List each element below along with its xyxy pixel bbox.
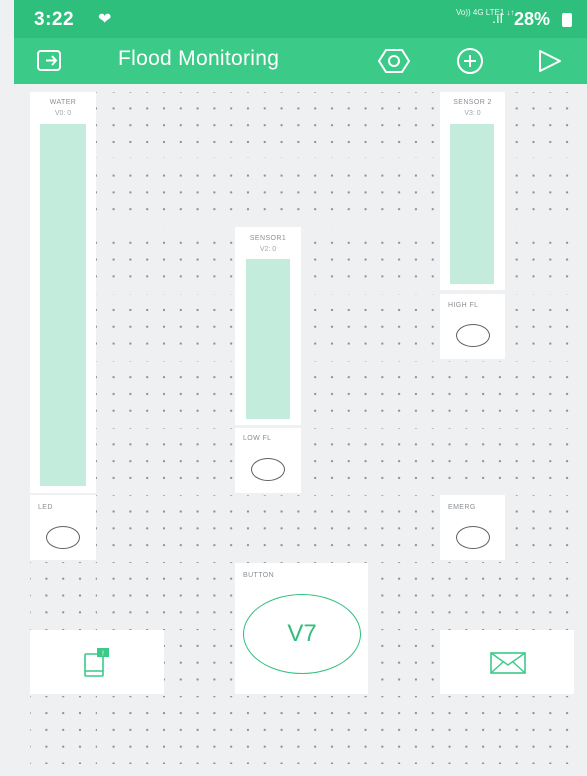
exit-project-button[interactable] <box>32 45 68 77</box>
widget-label: EMERG <box>448 504 476 511</box>
add-widget-button[interactable] <box>452 45 488 77</box>
led-indicator <box>456 324 490 347</box>
led-widget[interactable]: LED <box>30 495 96 560</box>
signal-icon: .ıl <box>492 10 503 26</box>
button-value: V7 <box>287 620 317 647</box>
envelope-icon <box>490 652 526 674</box>
widget-label: LOW FL <box>243 435 272 442</box>
level-bar <box>246 259 290 419</box>
plus-circle-icon <box>457 48 483 74</box>
widget-label: WATER <box>49 99 77 106</box>
battery-icon <box>562 13 572 27</box>
level-bar <box>450 124 494 284</box>
email-widget[interactable] <box>440 630 574 694</box>
widget-pin: V2: 0 <box>259 246 277 253</box>
play-button[interactable] <box>532 45 568 77</box>
led-indicator <box>46 526 80 549</box>
svg-text:!: ! <box>102 651 104 658</box>
status-bar: 3:22 ❤ Vo)) 4G LTE1 ↓↑ .ıl 28% <box>14 0 587 38</box>
widget-label: SENSOR1 <box>249 235 287 242</box>
hexagon-nut-icon <box>377 49 411 73</box>
exit-icon <box>37 50 61 71</box>
water-level-widget[interactable]: WATER V0: 0 <box>30 92 96 493</box>
led-indicator <box>456 526 490 549</box>
phone-notification-icon: ! <box>84 648 109 677</box>
widget-pin: V0: 0 <box>54 110 72 117</box>
widget-label: SENSOR 2 <box>453 99 492 106</box>
led-indicator <box>251 458 285 481</box>
high-flood-led-widget[interactable]: HIGH FL <box>440 294 505 359</box>
app-screen: 3:22 ❤ Vo)) 4G LTE1 ↓↑ .ıl 28% Flood Mon… <box>0 0 587 776</box>
widget-pin: V3: 0 <box>464 110 481 117</box>
level-bar <box>40 124 86 486</box>
emergency-led-widget[interactable]: EMERG <box>440 495 505 560</box>
low-flood-led-widget[interactable]: LOW FL <box>235 428 301 493</box>
sensor2-level-widget[interactable]: SENSOR 2 V3: 0 <box>440 92 505 290</box>
v7-push-button[interactable]: V7 <box>243 594 361 674</box>
status-time: 3:22 <box>34 9 75 30</box>
widget-label: LED <box>38 504 53 511</box>
sensor1-level-widget[interactable]: SENSOR1 V2: 0 <box>235 227 301 425</box>
notification-widget[interactable]: ! <box>30 630 164 694</box>
widget-label: HIGH FL <box>448 302 479 309</box>
project-title: Flood Monitoring <box>118 47 280 70</box>
play-icon <box>539 50 561 72</box>
network-indicator: Vo)) 4G LTE1 ↓↑ <box>456 8 515 17</box>
heart-icon: ❤ <box>98 11 112 28</box>
toolbar: Flood Monitoring <box>14 38 587 84</box>
button-widget[interactable]: BUTTON V7 <box>235 563 368 694</box>
settings-button[interactable] <box>376 45 412 77</box>
widget-label: BUTTON <box>243 572 275 579</box>
battery-text: 28% <box>514 9 551 29</box>
